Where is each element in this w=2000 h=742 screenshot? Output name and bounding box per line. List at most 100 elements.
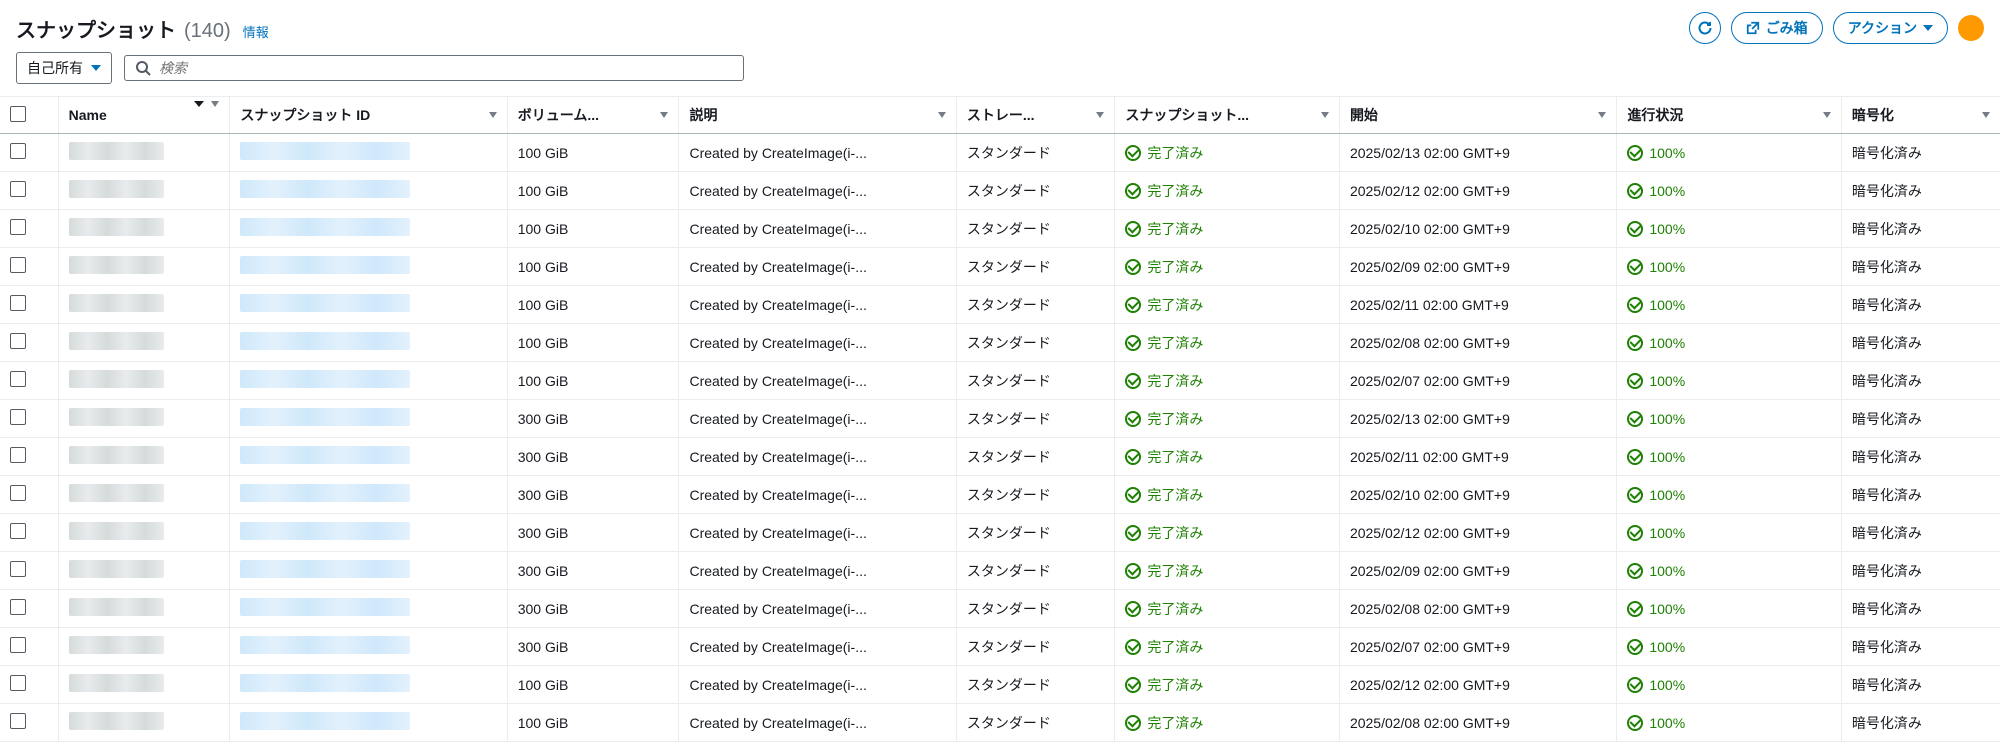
filter-caret-icon[interactable] bbox=[489, 112, 497, 118]
cell-checkbox[interactable] bbox=[0, 324, 58, 362]
filter-caret-icon[interactable] bbox=[1598, 112, 1606, 118]
row-checkbox[interactable] bbox=[10, 219, 26, 235]
filter-caret-icon[interactable] bbox=[660, 112, 668, 118]
progress-text: 100% bbox=[1649, 525, 1685, 541]
cell-checkbox[interactable] bbox=[0, 286, 58, 324]
actions-button[interactable]: アクション bbox=[1833, 12, 1948, 44]
cell-status: 完了済み bbox=[1115, 400, 1340, 438]
row-checkbox[interactable] bbox=[10, 257, 26, 273]
column-header-progress[interactable]: 進行状況 bbox=[1617, 97, 1842, 134]
table-row[interactable]: 300 GiB Created by CreateImage(i-... スタン… bbox=[0, 400, 2000, 438]
row-checkbox[interactable] bbox=[10, 713, 26, 729]
cell-name bbox=[58, 552, 230, 590]
table-header-row: Name スナップショット ID ボリューム... 説明 ストレー... スナッ… bbox=[0, 97, 2000, 134]
cell-checkbox[interactable] bbox=[0, 514, 58, 552]
search-icon bbox=[135, 60, 151, 76]
cell-checkbox[interactable] bbox=[0, 438, 58, 476]
table-row[interactable]: 100 GiB Created by CreateImage(i-... スタン… bbox=[0, 248, 2000, 286]
table-row[interactable]: 300 GiB Created by CreateImage(i-... スタン… bbox=[0, 514, 2000, 552]
sort-caret-icon[interactable] bbox=[194, 101, 204, 123]
column-header-select-all[interactable] bbox=[0, 97, 58, 134]
table-row[interactable]: 100 GiB Created by CreateImage(i-... スタン… bbox=[0, 172, 2000, 210]
cell-progress: 100% bbox=[1617, 628, 1842, 666]
row-checkbox[interactable] bbox=[10, 333, 26, 349]
filter-caret-icon[interactable] bbox=[938, 112, 946, 118]
search-field[interactable] bbox=[124, 55, 744, 81]
cell-checkbox[interactable] bbox=[0, 628, 58, 666]
row-checkbox[interactable] bbox=[10, 409, 26, 425]
row-checkbox[interactable] bbox=[10, 637, 26, 653]
table-row[interactable]: 100 GiB Created by CreateImage(i-... スタン… bbox=[0, 362, 2000, 400]
table-row[interactable]: 100 GiB Created by CreateImage(i-... スタン… bbox=[0, 324, 2000, 362]
row-checkbox[interactable] bbox=[10, 599, 26, 615]
check-circle-icon bbox=[1627, 221, 1643, 237]
row-checkbox[interactable] bbox=[10, 561, 26, 577]
row-checkbox[interactable] bbox=[10, 295, 26, 311]
row-checkbox[interactable] bbox=[10, 675, 26, 691]
column-header-description[interactable]: 説明 bbox=[679, 97, 956, 134]
table-row[interactable]: 100 GiB Created by CreateImage(i-... スタン… bbox=[0, 210, 2000, 248]
table-row[interactable]: 300 GiB Created by CreateImage(i-... スタン… bbox=[0, 552, 2000, 590]
column-header-snapshot-id[interactable]: スナップショット ID bbox=[230, 97, 507, 134]
row-checkbox[interactable] bbox=[10, 371, 26, 387]
cell-progress: 100% bbox=[1617, 324, 1842, 362]
row-checkbox[interactable] bbox=[10, 523, 26, 539]
cell-description: Created by CreateImage(i-... bbox=[679, 666, 956, 704]
row-checkbox[interactable] bbox=[10, 447, 26, 463]
cell-checkbox[interactable] bbox=[0, 400, 58, 438]
page-title: スナップショット bbox=[16, 14, 176, 43]
refresh-button[interactable] bbox=[1689, 12, 1721, 44]
column-header-storage[interactable]: ストレー... bbox=[956, 97, 1115, 134]
table-row[interactable]: 300 GiB Created by CreateImage(i-... スタン… bbox=[0, 438, 2000, 476]
cell-status: 完了済み bbox=[1115, 248, 1340, 286]
column-header-start[interactable]: 開始 bbox=[1339, 97, 1616, 134]
cell-storage: スタンダード bbox=[956, 514, 1115, 552]
row-checkbox[interactable] bbox=[10, 181, 26, 197]
status-text: 完了済み bbox=[1147, 485, 1203, 505]
filter-caret-icon[interactable] bbox=[1823, 112, 1831, 118]
cell-checkbox[interactable] bbox=[0, 362, 58, 400]
cell-checkbox[interactable] bbox=[0, 172, 58, 210]
cell-checkbox[interactable] bbox=[0, 704, 58, 742]
cell-snapshot-id bbox=[230, 590, 507, 628]
select-all-checkbox[interactable] bbox=[10, 106, 26, 122]
check-circle-icon bbox=[1125, 145, 1141, 161]
row-checkbox[interactable] bbox=[10, 143, 26, 159]
cell-checkbox[interactable] bbox=[0, 666, 58, 704]
trash-button[interactable]: ごみ箱 bbox=[1731, 12, 1823, 44]
table-row[interactable]: 300 GiB Created by CreateImage(i-... スタン… bbox=[0, 476, 2000, 514]
table-row[interactable]: 100 GiB Created by CreateImage(i-... スタン… bbox=[0, 666, 2000, 704]
filter-caret-icon[interactable] bbox=[211, 101, 219, 123]
redacted-snapshot-id bbox=[240, 370, 410, 388]
filter-caret-icon[interactable] bbox=[1096, 112, 1104, 118]
column-header-name[interactable]: Name bbox=[58, 97, 230, 134]
cell-progress: 100% bbox=[1617, 248, 1842, 286]
redacted-name bbox=[69, 560, 164, 578]
cell-status: 完了済み bbox=[1115, 476, 1340, 514]
cell-checkbox[interactable] bbox=[0, 248, 58, 286]
avatar[interactable] bbox=[1958, 15, 1984, 41]
filter-caret-icon[interactable] bbox=[1982, 112, 1990, 118]
cell-checkbox[interactable] bbox=[0, 590, 58, 628]
table-row[interactable]: 300 GiB Created by CreateImage(i-... スタン… bbox=[0, 590, 2000, 628]
cell-description: Created by CreateImage(i-... bbox=[679, 248, 956, 286]
cell-checkbox[interactable] bbox=[0, 552, 58, 590]
table-row[interactable]: 300 GiB Created by CreateImage(i-... スタン… bbox=[0, 628, 2000, 666]
cell-checkbox[interactable] bbox=[0, 210, 58, 248]
cell-checkbox[interactable] bbox=[0, 134, 58, 172]
column-header-volume[interactable]: ボリューム... bbox=[507, 97, 679, 134]
column-header-status[interactable]: スナップショット... bbox=[1115, 97, 1340, 134]
cell-encryption: 暗号化済み bbox=[1841, 590, 2000, 628]
owner-filter-select[interactable]: 自己所有 bbox=[16, 52, 112, 84]
table-row[interactable]: 100 GiB Created by CreateImage(i-... スタン… bbox=[0, 286, 2000, 324]
search-input[interactable] bbox=[159, 60, 733, 76]
table-row[interactable]: 100 GiB Created by CreateImage(i-... スタン… bbox=[0, 704, 2000, 742]
filter-caret-icon[interactable] bbox=[1321, 112, 1329, 118]
table-row[interactable]: 100 GiB Created by CreateImage(i-... スタン… bbox=[0, 134, 2000, 172]
column-header-encryption[interactable]: 暗号化 bbox=[1841, 97, 2000, 134]
cell-checkbox[interactable] bbox=[0, 476, 58, 514]
redacted-snapshot-id bbox=[240, 256, 410, 274]
row-checkbox[interactable] bbox=[10, 485, 26, 501]
cell-progress: 100% bbox=[1617, 362, 1842, 400]
info-link[interactable]: 情報 bbox=[243, 22, 269, 41]
